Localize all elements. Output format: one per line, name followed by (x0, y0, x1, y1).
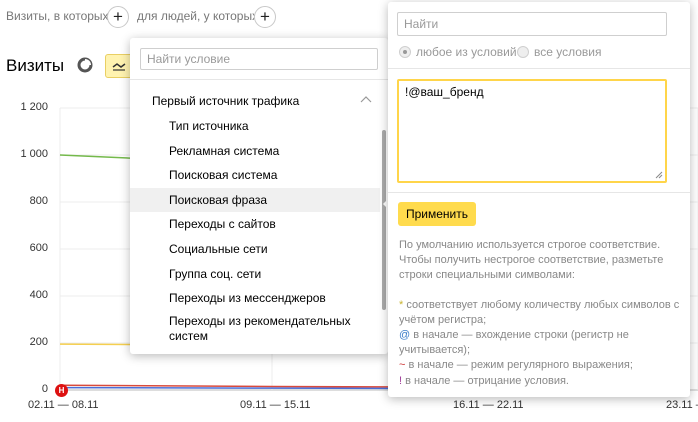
help-star: * соответствует любому количеству любых … (399, 298, 684, 328)
report-screen: Визиты, в которых + для людей, у которых… (0, 0, 698, 422)
condition-item[interactable]: Тип источника (130, 114, 380, 138)
scrollbar[interactable] (382, 130, 386, 310)
condition-value-panel: Найти любое из условий все условия !@ваш… (388, 2, 690, 397)
radio-any-condition[interactable]: любое из условий (399, 45, 517, 59)
condition-search-input[interactable]: Найти условие (140, 48, 378, 70)
condition-item[interactable]: Группа соц. сети (130, 262, 380, 286)
x-tick-label: 02.11 — 08.11 (28, 399, 99, 411)
y-tick-label: 1 200 (20, 101, 48, 113)
y-tick-label: 800 (29, 195, 48, 207)
condition-values-textarea[interactable]: !@ваш_бренд (397, 79, 667, 183)
condition-group-header[interactable]: Первый источник трафика (152, 94, 299, 108)
condition-item[interactable]: Переходы с сайтов (130, 212, 380, 236)
apply-button[interactable]: Применить (398, 202, 476, 226)
help-at: @ в начале — вхождение строки (регистр н… (399, 328, 684, 358)
condition-item[interactable]: Социальные сети (130, 237, 380, 261)
radio-button[interactable] (399, 46, 411, 58)
y-tick-label: 0 (41, 383, 48, 395)
condition-item[interactable]: Поисковая фраза (130, 187, 380, 212)
help-tilde: ~ в начале — режим регулярного выражения… (399, 358, 684, 373)
divider (388, 68, 690, 69)
divider (388, 192, 690, 193)
condition-dropdown: Найти условие Первый источник трафика Ти… (130, 38, 388, 354)
radio-all-conditions[interactable]: все условия (517, 45, 602, 59)
help-symbol: @ (399, 329, 411, 341)
resize-handle-icon[interactable] (655, 171, 663, 179)
y-tick-label: 1 000 (20, 148, 48, 160)
help-excl: ! в начале — отрицание условия. (399, 374, 684, 389)
condition-item[interactable]: Рекламная система (130, 139, 380, 163)
x-tick-label: 09.11 — 15.11 (240, 399, 311, 411)
condition-item[interactable]: Переходы из мессенджеров (130, 286, 380, 310)
y-tick-label: 600 (29, 242, 48, 254)
annotation-badge[interactable]: Н (55, 384, 68, 397)
help-text: в начале — вхождение строки (регистр не … (399, 329, 629, 356)
condition-item[interactable]: Поисковая система (130, 163, 380, 187)
chevron-up-icon[interactable] (360, 95, 372, 103)
textarea-value: !@ваш_бренд (405, 85, 484, 99)
y-tick-label: 400 (29, 289, 48, 301)
divider (130, 79, 388, 80)
help-intro: По умолчанию используется строгое соотве… (399, 239, 664, 281)
y-tick-label: 200 (29, 336, 48, 348)
radio-button[interactable] (517, 46, 529, 58)
help-text: в начале — отрицание условия. (402, 375, 569, 387)
x-tick-label: 23.11 — (666, 399, 698, 411)
value-search-input[interactable]: Найти (397, 12, 667, 36)
x-tick-label: 16.11 — 22.11 (453, 399, 524, 411)
help-text: соответствует любому количеству любых си… (399, 299, 680, 326)
help-text: в начале — режим регулярного выражения; (405, 359, 633, 371)
radio-all-label: все условия (534, 45, 602, 59)
condition-item[interactable]: Переходы из рекомендательных систем (130, 311, 380, 347)
radio-any-label: любое из условий (416, 45, 517, 59)
